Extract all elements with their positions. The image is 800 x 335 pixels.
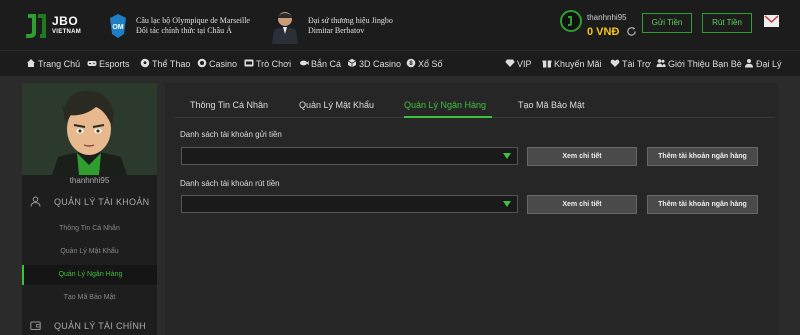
user-icon — [30, 196, 41, 207]
deposit-view-details-button[interactable]: Xem chi tiết — [527, 147, 637, 166]
withdraw-button[interactable]: Rút Tiền — [702, 13, 752, 33]
tab-bank-management[interactable]: Quản Lý Ngân Hàng — [404, 100, 486, 110]
nav-item-lottery[interactable]: 8 Xổ Số — [406, 58, 443, 69]
nav-label: Trang Chủ — [38, 59, 81, 69]
deposit-accounts-select[interactable] — [181, 147, 518, 165]
nav-label: Esports — [99, 59, 130, 69]
nav-item-esports[interactable]: Esports — [87, 58, 130, 69]
withdraw-accounts-select[interactable] — [181, 195, 518, 213]
logo-subtext: VIETNAM — [52, 29, 82, 35]
nav-label: Casino — [209, 59, 238, 69]
wallet-icon — [30, 321, 41, 330]
logo-text: JBO — [52, 14, 79, 28]
sidebar-item-personal-info[interactable]: Thông Tin Cá Nhân — [22, 219, 157, 239]
nav-label: 3D Casino — [359, 59, 402, 69]
mail-icon[interactable] — [764, 15, 779, 27]
nav-label: Thể Thao — [152, 59, 191, 69]
sidebar-item-security-code[interactable]: Tạo Mã Bảo Mật — [22, 288, 157, 308]
nav-label: Xổ Số — [418, 59, 443, 69]
nav-item-agent[interactable]: Đại Lý — [744, 58, 782, 69]
deposit-add-bank-button[interactable]: Thêm tài khoản ngân hàng — [647, 147, 758, 166]
nav-item-casino[interactable]: Casino — [197, 58, 237, 69]
tab-password[interactable]: Quản Lý Mật Khẩu — [299, 100, 374, 110]
jbo-logo[interactable]: JBO VIETNAM — [24, 10, 84, 42]
ambassador-photo — [268, 8, 302, 44]
refresh-icon[interactable] — [626, 26, 637, 37]
nav-item-sponsorship[interactable]: Tài Trợ — [610, 58, 651, 69]
tab-security-code[interactable]: Tạo Mã Bảo Mật — [518, 100, 585, 110]
diamond-icon — [505, 59, 515, 67]
nav-label: VIP — [517, 59, 532, 69]
sidebar-username: thanhnhi95 — [69, 176, 110, 185]
sidebar-section-account[interactable]: QUẢN LÝ TÀI KHOẢN — [22, 191, 157, 213]
withdraw-accounts-label: Danh sách tài khoản rút tiền — [180, 179, 280, 188]
chip-icon — [197, 58, 207, 68]
bank-management-panel: Thông Tin Cá Nhân Quản Lý Mật Khẩu Quản … — [165, 83, 778, 335]
nav-item-3d-casino[interactable]: 3D Casino — [347, 58, 401, 69]
agent-icon — [745, 59, 753, 68]
header-username: thanhnhi95 — [587, 13, 627, 22]
top-bar: JBO VIETNAM OM Câu lạc bộ Olympique de M… — [0, 0, 800, 50]
users-icon — [656, 59, 666, 67]
nav-label: Trò Chơi — [256, 59, 292, 69]
chevron-down-icon — [503, 153, 511, 159]
nav-label: Giới Thiệu Bạn Bè — [668, 59, 742, 69]
sidebar-item-password[interactable]: Quản Lý Mật Khẩu — [22, 242, 157, 262]
slot-icon — [244, 59, 254, 67]
avatar — [22, 83, 157, 175]
main-nav: Trang Chủ Esports Thể Thao Casino Trò Ch… — [0, 50, 800, 76]
lottery-icon: 8 — [406, 58, 416, 68]
user-badge-icon — [568, 16, 572, 26]
avatar-illustration — [22, 83, 157, 175]
sidebar-section-finance[interactable]: QUẢN LÝ TÀI CHÍNH — [22, 315, 157, 335]
nav-label: Tài Trợ — [622, 59, 651, 69]
nav-item-home[interactable]: Trang Chủ — [26, 58, 80, 69]
home-icon — [27, 59, 35, 67]
sidebar-section-label: QUẢN LÝ TÀI CHÍNH — [54, 321, 146, 331]
promo-line: Dimitar Berbatov — [308, 26, 365, 35]
nav-label: Khuyến Mãi — [554, 59, 602, 69]
sidebar-section-label: QUẢN LÝ TÀI KHOẢN — [54, 197, 150, 207]
olympique-marseille-logo-icon: OM — [110, 14, 126, 38]
tab-personal-info[interactable]: Thông Tin Cá Nhân — [190, 100, 268, 110]
nav-item-refer-friends[interactable]: Giới Thiệu Bạn Bè — [656, 58, 742, 69]
chevron-down-icon — [503, 201, 511, 207]
account-sidebar: thanhnhi95 QUẢN LÝ TÀI KHOẢN Thông Tin C… — [22, 83, 157, 335]
sidebar-item-bank[interactable]: Quản Lý Ngân Hàng — [22, 265, 157, 285]
svg-text:OM: OM — [112, 24, 123, 31]
nav-item-fishing[interactable]: Bắn Cá — [299, 58, 341, 69]
promo-line: Đại sứ thương hiệu Jingbo — [308, 16, 393, 25]
nav-item-vip[interactable]: VIP — [505, 58, 532, 69]
ambassador-promo-text: Đại sứ thương hiệu Jingbo Dimitar Berbat… — [308, 16, 393, 36]
user-avatar-badge[interactable] — [560, 10, 582, 32]
sponsor-icon — [610, 59, 620, 67]
partner-promo-text: Câu lạc bộ Olympique de Marseille Đối tá… — [136, 16, 250, 36]
deposit-accounts-label: Danh sách tài khoản gửi tiền — [180, 130, 282, 139]
nav-label: Bắn Cá — [311, 59, 342, 69]
nav-item-promotions[interactable]: Khuyến Mãi — [542, 58, 602, 69]
nav-item-sports[interactable]: Thể Thao — [140, 58, 190, 69]
gamepad-icon — [87, 61, 97, 66]
jbo-logo-mark-icon — [26, 14, 46, 38]
wallet-balance: 0 VNĐ — [587, 26, 620, 38]
account-tabs: Thông Tin Cá Nhân Quản Lý Mật Khẩu Quản … — [175, 94, 775, 118]
deposit-button[interactable]: Gửi Tiền — [642, 13, 692, 33]
soccer-ball-icon — [140, 58, 150, 68]
fish-icon — [300, 60, 309, 66]
cube-icon — [347, 58, 357, 68]
promo-line: Đối tác chính thức tại Châu Á — [136, 26, 232, 35]
promo-line: Câu lạc bộ Olympique de Marseille — [136, 16, 250, 25]
nav-item-games[interactable]: Trò Chơi — [244, 58, 291, 69]
gift-icon — [542, 60, 552, 68]
active-tab-indicator — [404, 116, 492, 118]
nav-label: Đại Lý — [756, 59, 782, 69]
withdraw-view-details-button[interactable]: Xem chi tiết — [527, 195, 637, 214]
withdraw-add-bank-button[interactable]: Thêm tài khoản ngân hàng — [647, 195, 758, 214]
